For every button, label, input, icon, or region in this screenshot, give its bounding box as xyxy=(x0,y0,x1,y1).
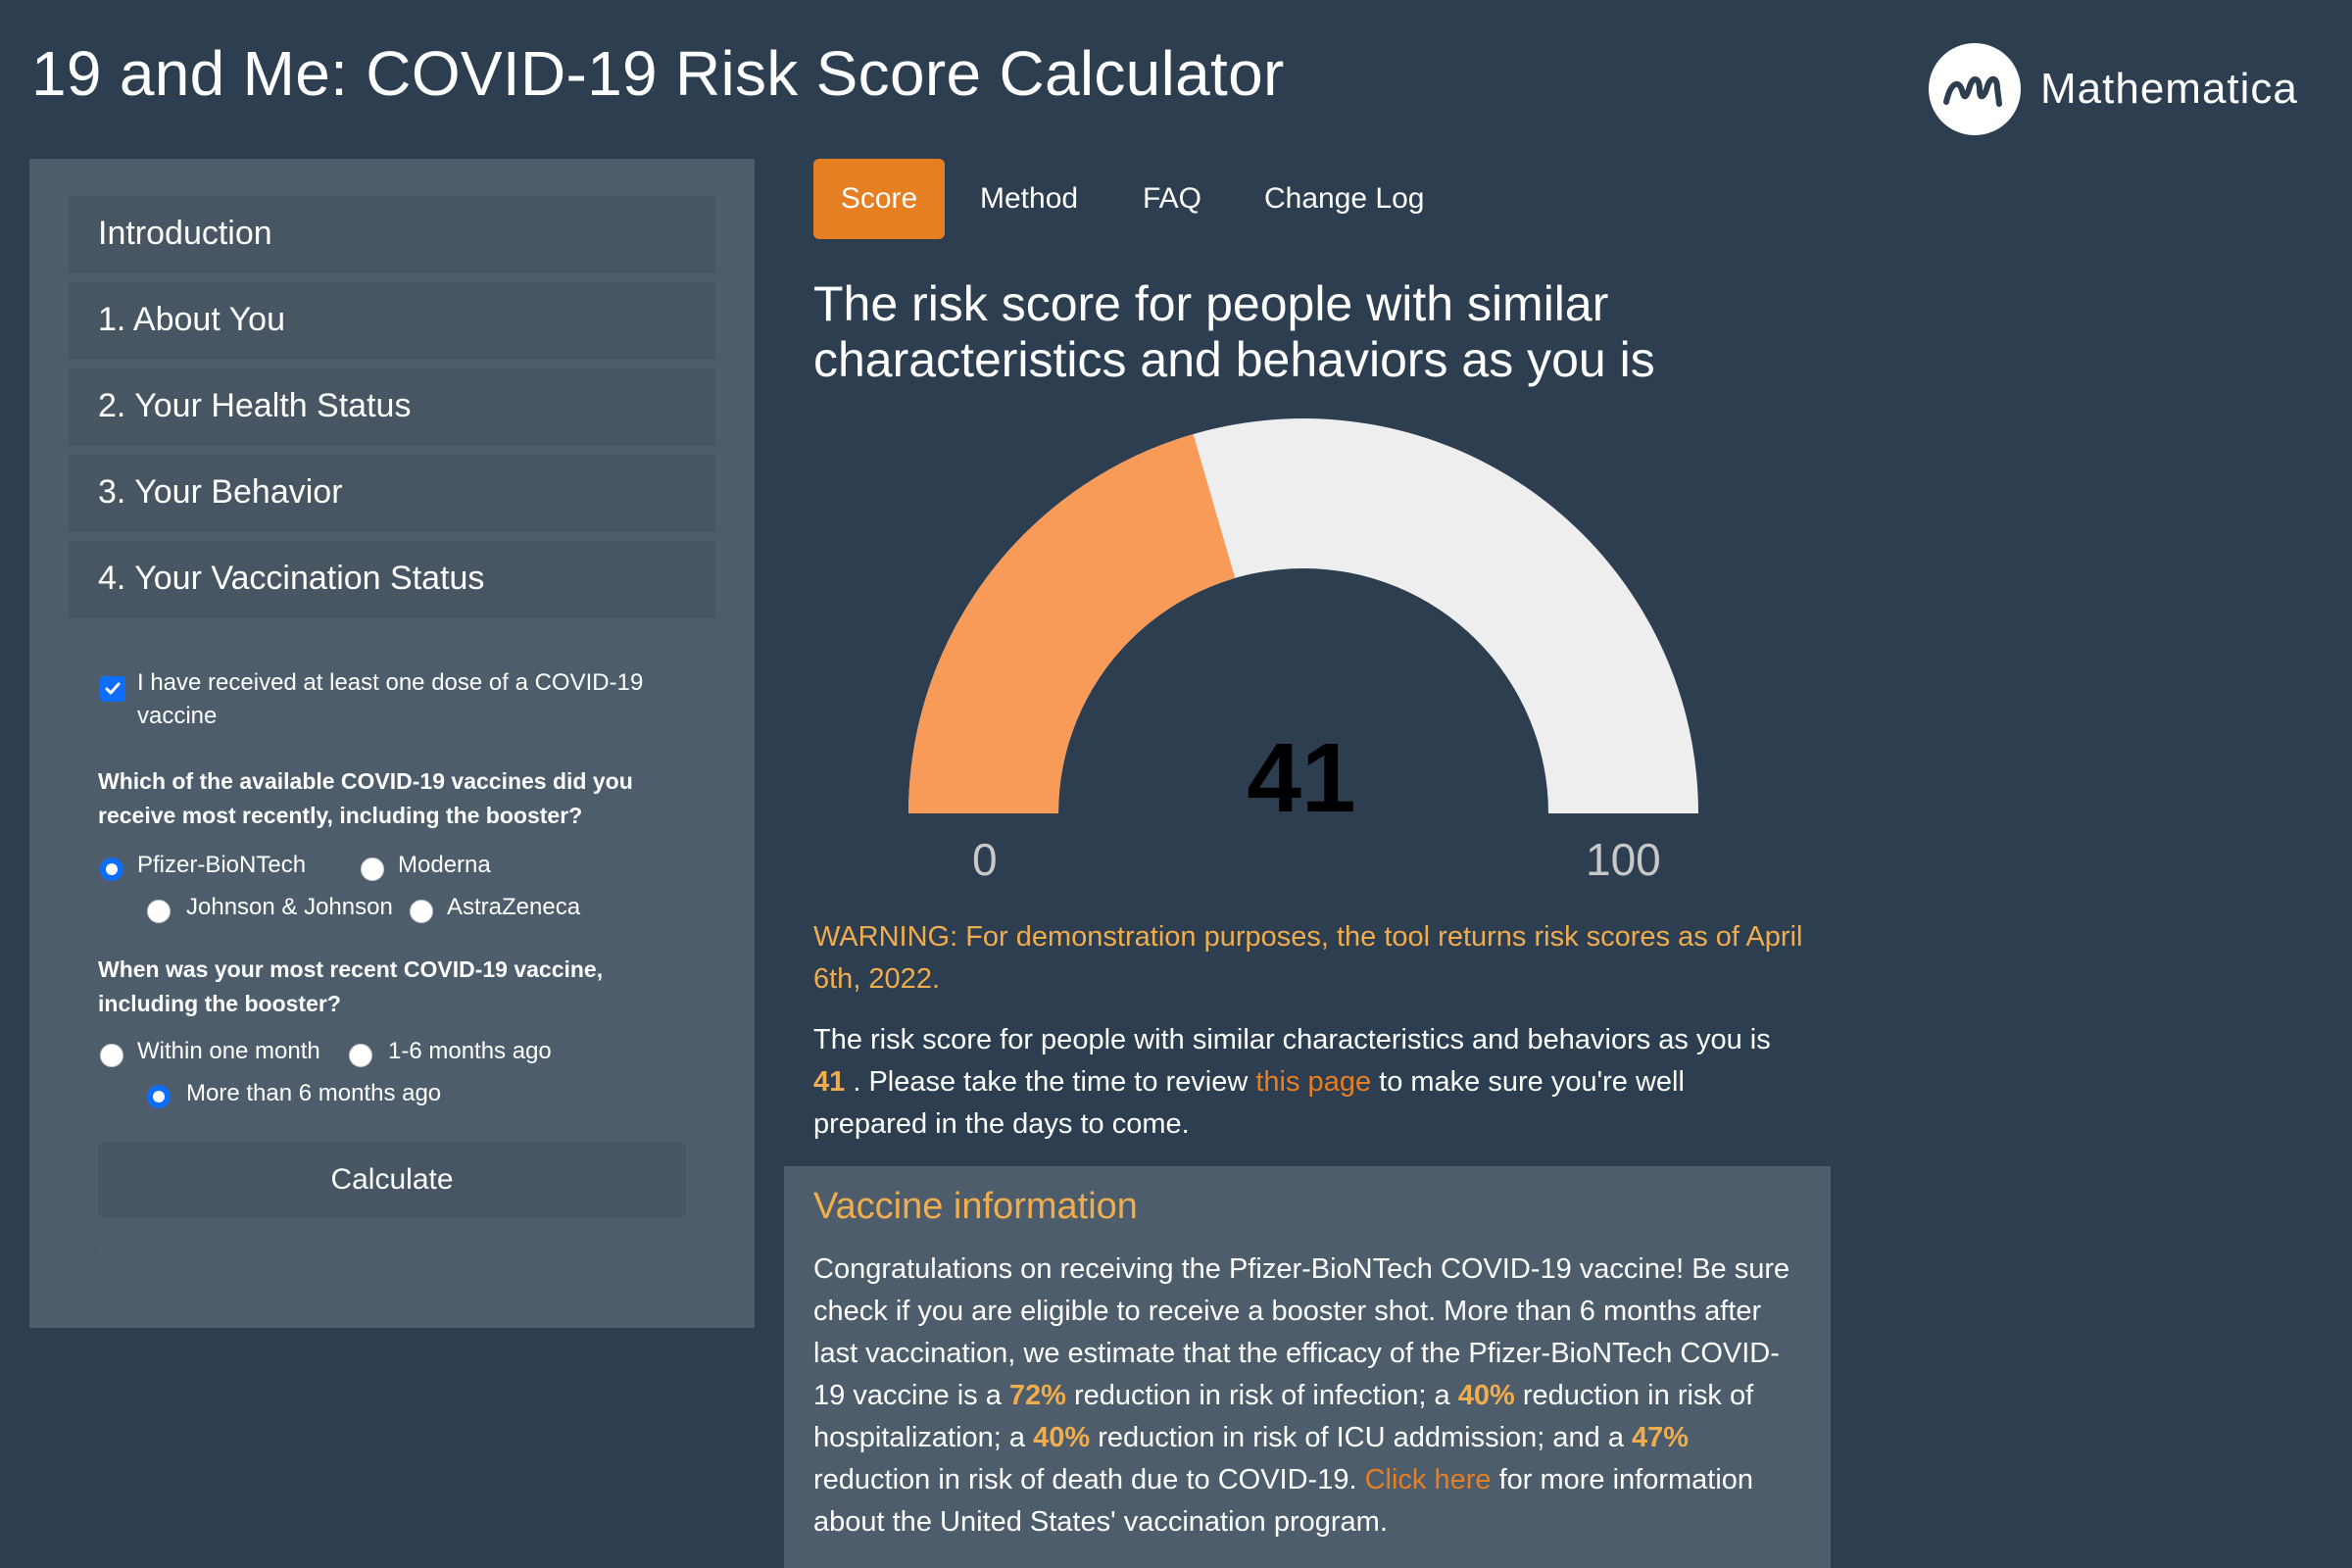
radio-astrazeneca[interactable] xyxy=(410,900,433,923)
gauge-value: 41 xyxy=(1247,723,1355,823)
vaccine-info-card: Vaccine information Congratulations on r… xyxy=(784,1166,1831,1568)
risk-gauge: 41 xyxy=(908,418,1698,823)
radio-johnson[interactable] xyxy=(147,900,171,923)
vaccine-text-4: reduction in risk of ICU addmission; and… xyxy=(1098,1422,1624,1453)
efficacy-infection: 72% xyxy=(1008,1380,1066,1411)
calculate-button[interactable]: Calculate xyxy=(98,1142,686,1218)
vaccine-info-text: Congratulations on receiving the Pfizer-… xyxy=(813,1249,1803,1544)
score-summary-prefix: The risk score for people with similar c… xyxy=(813,1024,1771,1055)
mathematica-logo[interactable]: Mathematica xyxy=(1929,43,2298,135)
efficacy-death: 47% xyxy=(1632,1422,1690,1453)
sidebar: Introduction 1. About You 2. Your Health… xyxy=(29,159,755,1328)
radio-pfizer[interactable] xyxy=(100,858,123,881)
vaccinated-checkbox-label: I have received at least one dose of a C… xyxy=(137,669,644,729)
vaccine-timing-question: When was your most recent COVID-19 vacci… xyxy=(98,956,604,1016)
radio-more-than-6-months-label: More than 6 months ago xyxy=(186,1080,442,1106)
vaccine-type-question: Which of the available COVID-19 vaccines… xyxy=(98,768,633,828)
checkmark-icon xyxy=(105,682,121,695)
sidebar-item-health-status[interactable]: 2. Your Health Status xyxy=(69,368,715,445)
mathematica-logo-icon xyxy=(1929,43,2021,135)
gauge-max-label: 100 xyxy=(1586,834,1661,885)
click-here-link[interactable]: Click here xyxy=(1365,1464,1492,1495)
tab-change-log[interactable]: Change Log xyxy=(1235,159,1453,239)
vaccine-text-2: reduction in risk of infection; a xyxy=(1074,1380,1450,1411)
vaccinated-checkbox[interactable] xyxy=(100,676,125,702)
sidebar-item-label: Introduction xyxy=(98,215,272,252)
tab-score[interactable]: Score xyxy=(813,159,945,239)
sidebar-item-label: 2. Your Health Status xyxy=(98,387,412,424)
radio-1-6-months[interactable] xyxy=(349,1044,372,1067)
demo-warning: WARNING: For demonstration purposes, the… xyxy=(813,921,1803,995)
gauge-min-label: 0 xyxy=(972,834,998,885)
page-title: 19 and Me: COVID-19 Risk Score Calculato… xyxy=(31,38,1285,109)
vaccine-text-5: reduction in risk of death due to COVID-… xyxy=(813,1464,1357,1495)
radio-more-than-6-months[interactable] xyxy=(147,1085,171,1108)
radio-johnson-label: Johnson & Johnson xyxy=(186,894,393,920)
sidebar-item-introduction[interactable]: Introduction xyxy=(69,196,715,272)
vaccine-info-title: Vaccine information xyxy=(813,1186,1138,1227)
tab-faq[interactable]: FAQ xyxy=(1113,159,1231,239)
radio-pfizer-label: Pfizer-BioNTech xyxy=(137,852,307,878)
gauge-fill xyxy=(908,434,1236,813)
radio-moderna-label: Moderna xyxy=(398,852,491,878)
radio-within-one-month-label: Within one month xyxy=(137,1038,320,1064)
efficacy-icu: 40% xyxy=(1033,1422,1091,1453)
sidebar-item-label: 3. Your Behavior xyxy=(98,473,343,511)
radio-astrazeneca-label: AstraZeneca xyxy=(447,894,581,920)
score-summary-value: 41 xyxy=(813,1066,846,1098)
efficacy-hospitalization: 40% xyxy=(1457,1380,1515,1411)
sidebar-item-vaccination-status[interactable]: 4. Your Vaccination Status xyxy=(69,541,715,617)
logo-text: Mathematica xyxy=(2040,65,2298,113)
tab-method[interactable]: Method xyxy=(951,159,1107,239)
this-page-link[interactable]: this page xyxy=(1255,1066,1371,1098)
score-heading: The risk score for people with similar c… xyxy=(813,276,1655,387)
radio-moderna[interactable] xyxy=(361,858,384,881)
score-summary: The risk score for people with similar c… xyxy=(813,1019,1803,1146)
score-summary-mid: . Please take the time to review xyxy=(853,1066,1249,1098)
radio-1-6-months-label: 1-6 months ago xyxy=(388,1038,552,1064)
sidebar-item-behavior[interactable]: 3. Your Behavior xyxy=(69,455,715,531)
sidebar-item-label: 4. Your Vaccination Status xyxy=(98,560,485,597)
sidebar-item-about-you[interactable]: 1. About You xyxy=(69,282,715,359)
radio-within-one-month[interactable] xyxy=(100,1044,123,1067)
sidebar-divider xyxy=(98,1249,715,1250)
sidebar-item-label: 1. About You xyxy=(98,301,285,338)
